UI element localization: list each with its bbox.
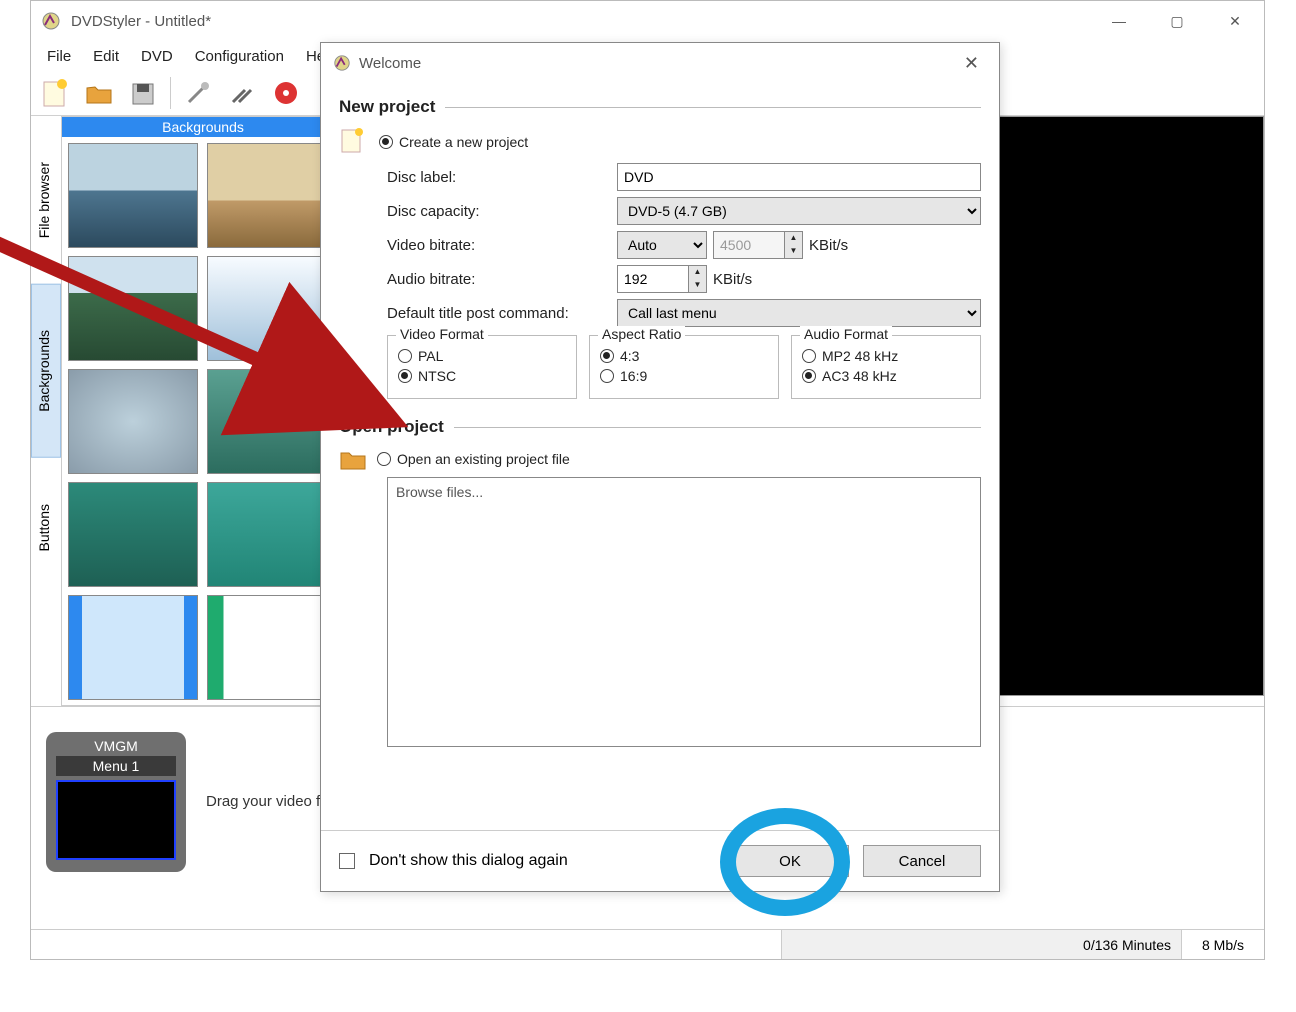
- spin-down-icon[interactable]: ▼: [689, 279, 706, 292]
- radio-ac3[interactable]: AC3 48 kHz: [802, 368, 970, 384]
- kbits-label: KBit/s: [713, 271, 752, 288]
- radio-ntsc[interactable]: NTSC: [398, 368, 566, 384]
- app-icon: [41, 11, 61, 31]
- background-thumb[interactable]: [68, 595, 198, 700]
- disc-capacity-label: Disc capacity:: [387, 203, 607, 220]
- spin-down-icon[interactable]: ▼: [785, 245, 802, 258]
- folder-icon: [339, 447, 367, 471]
- maximize-button[interactable]: ▢: [1148, 1, 1206, 41]
- background-thumb[interactable]: [207, 595, 337, 700]
- toolbar-separator: [170, 77, 171, 109]
- video-bitrate-mode-select[interactable]: Auto: [617, 231, 707, 259]
- dont-show-label: Don't show this dialog again: [369, 852, 568, 870]
- toolbar-wand-icon[interactable]: [178, 73, 218, 113]
- post-command-label: Default title post command:: [387, 305, 607, 322]
- spin-up-icon[interactable]: ▲: [689, 266, 706, 279]
- side-tabs: File browser Backgrounds Buttons: [31, 116, 61, 706]
- tab-file-browser[interactable]: File browser: [31, 116, 61, 284]
- audio-bitrate-spinner[interactable]: ▲▼: [617, 265, 707, 293]
- kbits-label: KBit/s: [809, 237, 848, 254]
- disc-capacity-select[interactable]: DVD-5 (4.7 GB): [617, 197, 981, 225]
- toolbar-save-icon[interactable]: [123, 73, 163, 113]
- menu-configuration[interactable]: Configuration: [185, 44, 294, 69]
- status-minutes: 0/136 Minutes: [1083, 937, 1171, 953]
- welcome-dialog: Welcome ✕ New project Create a new proje…: [320, 42, 1000, 892]
- radio-16-9[interactable]: 16:9: [600, 368, 768, 384]
- dont-show-checkbox[interactable]: [339, 853, 355, 869]
- radio-create-new[interactable]: Create a new project: [379, 134, 528, 150]
- new-project-heading: New project: [339, 97, 981, 117]
- background-thumb[interactable]: [207, 482, 337, 587]
- dialog-footer: Don't show this dialog again OK Cancel: [321, 830, 999, 891]
- video-bitrate-spinner[interactable]: ▲▼: [713, 231, 803, 259]
- backgrounds-grid: [62, 137, 344, 705]
- status-bitrate: 8 Mb/s: [1181, 930, 1264, 959]
- menu-thumbnail[interactable]: [56, 780, 176, 860]
- menu-label: Menu 1: [56, 756, 176, 776]
- recent-files-list[interactable]: Browse files...: [387, 477, 981, 747]
- toolbar-tools-icon[interactable]: [222, 73, 262, 113]
- aspect-ratio-group: Aspect Ratio 4:3 16:9: [589, 335, 779, 399]
- radio-4-3[interactable]: 4:3: [600, 348, 768, 364]
- statusbar: 0/136 Minutes 8 Mb/s: [31, 929, 1264, 959]
- window-title: DVDStyler - Untitled*: [71, 13, 211, 30]
- create-new-row: Create a new project: [339, 127, 981, 157]
- video-bitrate-label: Video bitrate:: [387, 237, 607, 254]
- minimize-button[interactable]: —: [1090, 1, 1148, 41]
- background-thumb[interactable]: [207, 143, 337, 248]
- backgrounds-header: Backgrounds: [62, 117, 344, 137]
- menu-edit[interactable]: Edit: [83, 44, 129, 69]
- dialog-close-icon[interactable]: ✕: [956, 49, 987, 78]
- radio-pal[interactable]: PAL: [398, 348, 566, 364]
- background-thumb[interactable]: [68, 369, 198, 474]
- dialog-icon: [333, 54, 351, 72]
- backgrounds-panel: Backgrounds: [61, 116, 345, 706]
- titlebar: DVDStyler - Untitled* — ▢ ✕: [31, 1, 1264, 41]
- cancel-button[interactable]: Cancel: [863, 845, 981, 877]
- post-command-select[interactable]: Call last menu: [617, 299, 981, 327]
- browse-files-item[interactable]: Browse files...: [396, 484, 483, 500]
- background-thumb[interactable]: [207, 256, 337, 361]
- menu-file[interactable]: File: [37, 44, 81, 69]
- audio-format-group: Audio Format MP2 48 kHz AC3 48 kHz: [791, 335, 981, 399]
- close-button[interactable]: ✕: [1206, 1, 1264, 41]
- disc-label-label: Disc label:: [387, 169, 607, 186]
- background-thumb[interactable]: [207, 369, 337, 474]
- toolbar-burn-icon[interactable]: [266, 73, 306, 113]
- toolbar-open-icon[interactable]: [79, 73, 119, 113]
- menu-dvd[interactable]: DVD: [131, 44, 183, 69]
- background-thumb[interactable]: [68, 143, 198, 248]
- tab-backgrounds[interactable]: Backgrounds: [31, 284, 61, 458]
- audio-bitrate-label: Audio bitrate:: [387, 271, 607, 288]
- spin-up-icon[interactable]: ▲: [785, 232, 802, 245]
- disc-label-input[interactable]: [617, 163, 981, 191]
- ok-button[interactable]: OK: [731, 845, 849, 877]
- video-format-group: Video Format PAL NTSC: [387, 335, 577, 399]
- vmgm-label: VMGM: [56, 738, 176, 754]
- dialog-body: New project Create a new project Disc la…: [321, 83, 999, 830]
- format-groups: Video Format PAL NTSC Aspect Ratio 4:3 1…: [387, 335, 981, 399]
- toolbar-new-icon[interactable]: [35, 73, 75, 113]
- radio-mp2[interactable]: MP2 48 kHz: [802, 348, 970, 364]
- window-controls: — ▢ ✕: [1090, 1, 1264, 41]
- background-thumb[interactable]: [68, 482, 198, 587]
- open-existing-row: Open an existing project file: [339, 447, 981, 471]
- dialog-title: Welcome: [359, 55, 421, 72]
- status-progress: 0/136 Minutes: [781, 930, 1181, 959]
- tab-buttons[interactable]: Buttons: [31, 458, 61, 597]
- vmgm-card[interactable]: VMGM Menu 1: [46, 732, 186, 872]
- radio-open-existing[interactable]: Open an existing project file: [377, 451, 570, 467]
- open-project-heading: Open project: [339, 417, 981, 437]
- new-project-icon: [339, 127, 369, 157]
- background-thumb[interactable]: [68, 256, 198, 361]
- dialog-titlebar: Welcome ✕: [321, 43, 999, 83]
